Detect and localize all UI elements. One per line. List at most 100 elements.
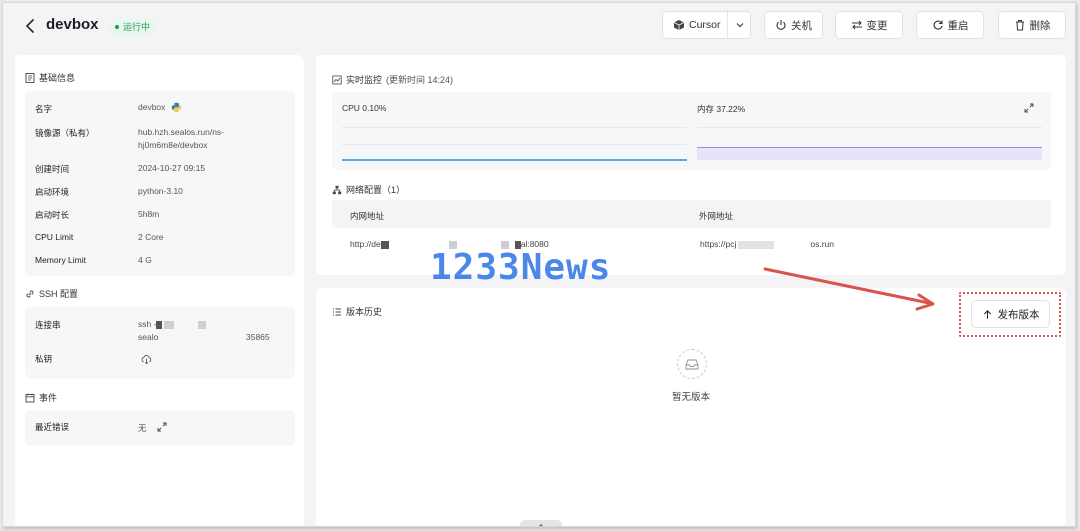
ide-select-button[interactable]: Cursor [662, 11, 751, 39]
power-icon [776, 20, 786, 30]
external-address-suffix: os.run [810, 239, 835, 249]
cube-icon [673, 20, 685, 30]
basic-info-title: 基础信息 [39, 73, 76, 83]
restart-icon [933, 20, 943, 30]
memory-usage-label: 内存 37.22% [697, 104, 746, 114]
events-heading: 事件 [25, 391, 57, 404]
restart-button[interactable]: 重启 [916, 11, 984, 39]
list-icon [333, 308, 341, 315]
external-address-header: 外网地址 [699, 211, 734, 221]
ssh-box: 连接串 ssh - sealo 35865 私钥 [25, 307, 295, 379]
chevron-up-icon [539, 524, 543, 526]
network-heading: 网络配置（1） [332, 183, 405, 196]
recent-error-value: 无 [138, 423, 147, 433]
name-value: devbox [138, 101, 182, 113]
drawer-handle[interactable] [520, 520, 562, 526]
ssh-heading: SSH 配置 [25, 287, 78, 300]
watermark: 1233News [430, 247, 612, 288]
document-icon [25, 72, 35, 83]
shutdown-button[interactable]: 关机 [764, 11, 823, 39]
trash-icon [1015, 20, 1024, 31]
image-source-value-line2: hj0m6m8e/devbox [138, 140, 208, 150]
redaction-mask [738, 240, 775, 249]
monitor-heading: 实时监控 (更新时间 14:24) [332, 73, 453, 86]
cpu-limit-value: 2 Core [138, 232, 164, 242]
connection-string-line2: sealo [138, 332, 159, 342]
private-key-label: 私钥 [35, 354, 53, 364]
publish-version-label: 发布版本 [997, 308, 1040, 321]
created-time-value: 2024-10-27 09:15 [138, 163, 206, 173]
monitor-title: 实时监控 [346, 75, 383, 85]
network-table-header: 内网地址 外网地址 [332, 200, 1051, 228]
internal-address-header: 内网地址 [350, 211, 385, 221]
version-history-heading: 版本历史 [332, 305, 382, 318]
image-source-value-line1: hub.hzh.sealos.run/ns- [138, 127, 224, 137]
uptime-label: 启动时长 [35, 210, 70, 220]
link-icon [26, 289, 34, 298]
connection-port: 35865 [246, 332, 270, 342]
monitor-charts: CPU 0.10% 内存 37.22% [332, 92, 1051, 170]
empty-state-text: 暂无版本 [672, 392, 711, 403]
ssh-title: SSH 配置 [39, 289, 79, 299]
runtime-value: python-3.10 [138, 186, 183, 196]
basic-info-heading: 基础信息 [25, 71, 75, 84]
network-title: 网络配置（1） [346, 185, 406, 195]
redaction-mask [156, 320, 163, 329]
swap-icon [851, 20, 862, 30]
fullscreen-icon[interactable] [1024, 103, 1034, 113]
redaction-mask [164, 320, 175, 329]
change-label: 变更 [866, 19, 888, 32]
app-frame: devbox 运行中 Cursor 关机 变更 重启 删除 基础信息 名字 de… [2, 2, 1076, 527]
memory-limit-value: 4 G [138, 255, 152, 265]
cpu-gridline [342, 127, 687, 128]
annotation-arrow [763, 267, 935, 311]
cpu-limit-label: CPU Limit [35, 232, 74, 242]
connection-string-label: 连接串 [35, 320, 61, 330]
runtime-label: 启动环境 [35, 187, 70, 197]
chevron-down-icon[interactable] [734, 19, 746, 31]
version-history-panel: 版本历史 发布版本 暂无版本 [316, 288, 1066, 526]
memory-limit-label: Memory Limit [35, 255, 87, 265]
internal-address-prefix: http://de [350, 239, 381, 249]
version-history-title: 版本历史 [346, 307, 383, 317]
connection-string-prefix: ssh - [138, 319, 157, 329]
redaction-mask [198, 320, 207, 329]
cloud-download-icon[interactable] [141, 354, 152, 365]
inbox-icon [685, 359, 699, 370]
ide-label: Cursor [689, 19, 721, 31]
details-panel: 基础信息 名字 devbox 镜像源（私有） hub.hzh.sealos.ru… [15, 55, 304, 526]
monitor-update-time: (更新时间 14:24) [386, 75, 454, 85]
external-address-value[interactable]: https://pcj os.run [700, 239, 834, 249]
delete-label: 删除 [1029, 19, 1051, 32]
page-header: devbox 运行中 Cursor 关机 变更 重启 删除 [3, 3, 1075, 51]
memory-gridline [697, 127, 1042, 128]
publish-version-button[interactable]: 发布版本 [971, 300, 1050, 328]
page-title: devbox [46, 16, 99, 33]
image-source-label: 镜像源（私有） [35, 128, 95, 138]
monitor-panel: 实时监控 (更新时间 14:24) CPU 0.10% 内存 37.22% 网络… [316, 55, 1066, 275]
cpu-usage-label: CPU 0.10% [342, 103, 387, 113]
python-icon [171, 102, 181, 113]
events-box: 最近错误 无 [25, 410, 295, 446]
expand-icon[interactable] [157, 422, 167, 432]
publish-highlight: 发布版本 [959, 292, 1061, 337]
name-text: devbox [138, 102, 166, 112]
arrow-up-icon [983, 309, 991, 319]
status-badge: 运行中 [109, 18, 158, 36]
basic-info-box: 名字 devbox 镜像源（私有） hub.hzh.sealos.run/ns-… [25, 91, 295, 276]
recent-error-label: 最近错误 [35, 422, 70, 432]
back-arrow-icon[interactable] [21, 16, 41, 36]
network-icon [332, 185, 342, 194]
created-time-label: 创建时间 [35, 164, 70, 174]
calendar-icon [25, 393, 35, 402]
cpu-usage-line [342, 159, 687, 161]
events-title: 事件 [39, 393, 58, 403]
delete-button[interactable]: 删除 [998, 11, 1066, 39]
empty-state-icon [677, 349, 707, 379]
divider [727, 12, 728, 38]
chart-icon [332, 75, 342, 84]
redaction-mask [380, 240, 389, 249]
connection-string-line1: ssh - [138, 318, 207, 330]
external-address-prefix: https://pcj [700, 239, 737, 249]
change-button[interactable]: 变更 [835, 11, 903, 39]
